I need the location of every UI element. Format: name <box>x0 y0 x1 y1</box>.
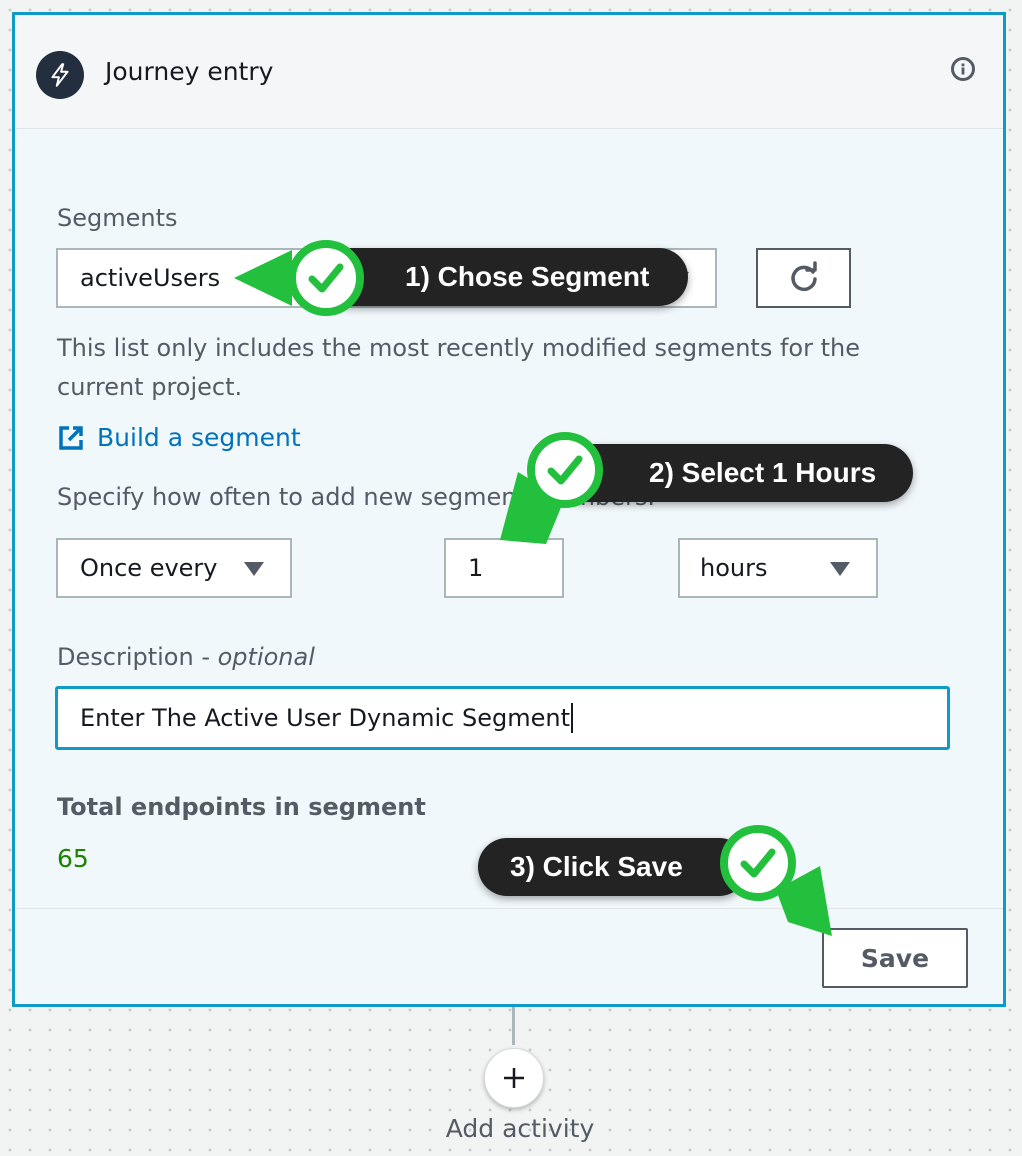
checkmark-icon <box>288 240 364 316</box>
callout-step-2: 2) Select 1 Hours <box>555 444 913 502</box>
chevron-down-icon <box>830 562 850 576</box>
total-endpoints-label: Total endpoints in segment <box>57 793 426 821</box>
external-link-icon <box>59 425 83 450</box>
build-segment-link[interactable]: Build a segment <box>57 423 301 452</box>
frequency-select-value: Once every <box>80 554 218 582</box>
refresh-button[interactable] <box>756 248 851 308</box>
build-segment-label: Build a segment <box>97 423 301 452</box>
unit-select-value: hours <box>700 554 768 582</box>
info-icon[interactable] <box>951 57 975 81</box>
add-activity-button[interactable] <box>484 1048 544 1108</box>
interval-input-value: 1 <box>468 554 484 582</box>
add-activity-label: Add activity <box>445 1114 595 1143</box>
save-button[interactable]: Save <box>822 928 968 988</box>
description-optional-text: optional <box>217 643 315 671</box>
unit-select[interactable]: hours <box>678 538 878 598</box>
text-cursor <box>570 703 573 733</box>
description-label: Description - optional <box>57 643 315 671</box>
callout-step-3: 3) Click Save <box>478 838 748 896</box>
callout-step-2-text: 2) Select 1 Hours <box>649 457 877 488</box>
callout-step-1-text: 1) Chose Segment <box>405 261 650 292</box>
chevron-down-icon <box>244 562 264 576</box>
refresh-icon <box>790 261 817 292</box>
lightning-bolt-icon <box>36 51 84 99</box>
description-input-value: Enter The Active User Dynamic Segment <box>80 704 570 732</box>
checkmark-icon <box>720 825 796 901</box>
panel-header: Journey entry <box>15 15 1003 129</box>
segment-help-text: This list only includes the most recentl… <box>57 334 860 401</box>
segments-label: Segments <box>57 204 178 232</box>
segment-select-value: activeUsers <box>80 264 221 292</box>
checkmark-icon <box>527 432 603 508</box>
description-input[interactable]: Enter The Active User Dynamic Segment <box>55 686 950 750</box>
callout-step-1: 1) Chose Segment <box>323 248 688 306</box>
callout-step-3-text: 3) Click Save <box>510 851 683 882</box>
plus-icon <box>504 1068 524 1088</box>
description-label-text: Description - <box>57 643 218 671</box>
callout-pointer <box>234 250 292 306</box>
flow-connector <box>512 1007 515 1045</box>
total-endpoints-value: 65 <box>57 844 89 873</box>
panel-title: Journey entry <box>105 57 274 86</box>
footer-divider <box>15 908 1003 909</box>
frequency-select[interactable]: Once every <box>56 538 292 598</box>
